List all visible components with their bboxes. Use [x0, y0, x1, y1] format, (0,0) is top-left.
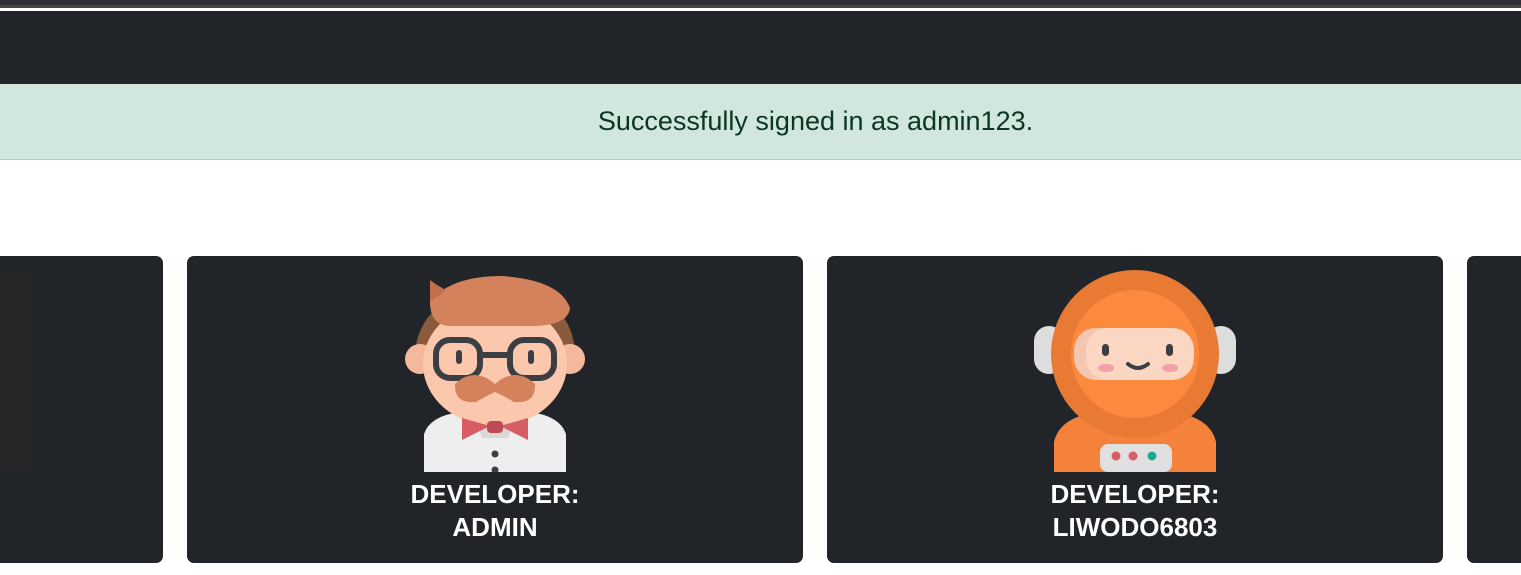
card-role: DEVELOPER: — [1050, 479, 1220, 509]
developer-card-partial-left[interactable] — [0, 256, 163, 563]
astronaut-avatar-icon — [1034, 270, 1236, 472]
developer-avatar-icon — [405, 276, 585, 472]
navbar — [0, 11, 1521, 84]
card-username: LIWODO6803 — [1052, 512, 1218, 542]
card-role: DEVELOPER: — [410, 479, 580, 509]
alert-message: Successfully signed in as admin123. — [597, 106, 1034, 136]
card-username: ADMIN — [452, 512, 538, 542]
developer-card-admin[interactable]: DEVELOPER: ADMIN — [187, 256, 803, 563]
card-caption: DEVELOPER: ADMIN — [187, 478, 803, 544]
browser-top-strip — [0, 0, 1521, 8]
success-alert: Successfully signed in as admin123. — [0, 84, 1521, 160]
card-caption: DEVELOPER: LIWODO6803 — [827, 478, 1443, 544]
developer-card-partial-right[interactable] — [1467, 256, 1521, 563]
card-image-partial — [0, 274, 32, 470]
developer-card-liwodo6803[interactable]: DEVELOPER: LIWODO6803 — [827, 256, 1443, 563]
